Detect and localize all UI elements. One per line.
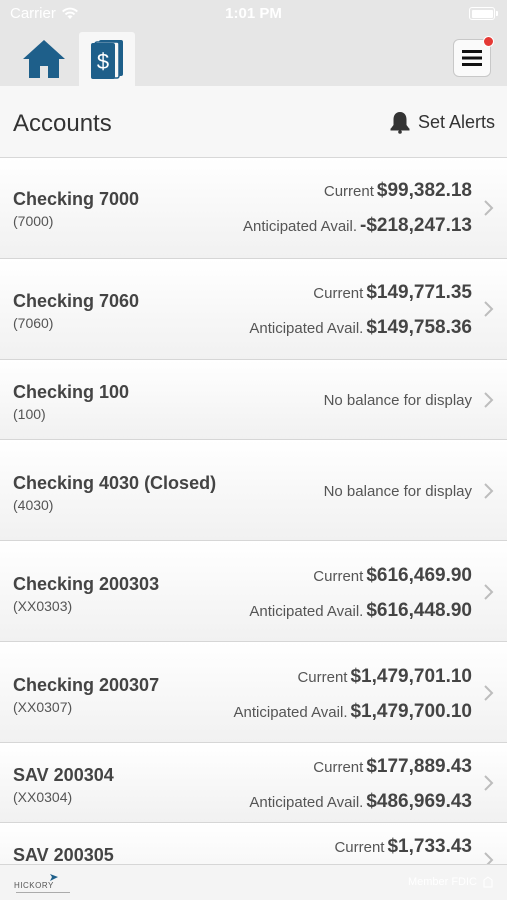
nav-bar: $ xyxy=(0,28,507,86)
current-label: Current xyxy=(297,669,348,686)
status-bar: Carrier 1:01 PM xyxy=(0,0,507,28)
current-balance: Current $177,889.43 xyxy=(313,756,472,778)
footer: HICKORY Member FDIC xyxy=(0,864,507,900)
anticipated-label: Anticipated Avail. xyxy=(249,794,364,811)
no-balance-text: No balance for display xyxy=(323,392,472,409)
home-tab[interactable] xyxy=(18,32,70,86)
anticipated-label: Anticipated Avail. xyxy=(243,218,357,235)
current-balance: Current $1,733.43 xyxy=(334,836,472,858)
menu-button[interactable] xyxy=(453,36,494,77)
account-name: Checking 100 xyxy=(13,382,130,402)
chevron-right-icon xyxy=(484,392,494,408)
account-number: (XX0307) xyxy=(13,699,73,715)
current-label: Current xyxy=(313,285,364,302)
current-balance: Current $149,771.35 xyxy=(313,282,472,304)
clock: 1:01 PM xyxy=(225,5,282,22)
account-number: (7000) xyxy=(13,213,54,229)
account-row[interactable]: Checking 4030 (Closed) (4030) No balance… xyxy=(0,440,507,541)
account-row[interactable]: Checking 200307 (XX0307) Current $1,479,… xyxy=(0,642,507,743)
account-row[interactable]: Checking 100 (100) No balance for displa… xyxy=(0,360,507,440)
page-header: Accounts Set Alerts xyxy=(0,86,507,158)
hamburger-menu-icon xyxy=(462,50,482,66)
chevron-right-icon xyxy=(484,685,494,701)
chevron-right-icon xyxy=(484,483,494,499)
anticipated-balance: Anticipated Avail. $486,969.43 xyxy=(249,791,472,813)
anticipated-balance: Anticipated Avail. -$218,247.13 xyxy=(243,215,472,237)
current-label: Current xyxy=(323,183,374,200)
anticipated-label: Anticipated Avail. xyxy=(249,320,364,337)
current-balance: Current $616,469.90 xyxy=(313,565,472,587)
anticipated-amount: $486,969.43 xyxy=(366,791,472,812)
account-name: SAV 200305 xyxy=(13,845,114,865)
equal-housing-icon xyxy=(483,876,493,888)
chevron-right-icon xyxy=(484,584,494,600)
accounts-list: Checking 7000 (7000) Current $99,382.18 … xyxy=(0,158,507,900)
member-fdic: Member FDIC xyxy=(408,876,493,888)
account-name: Checking 4030 (Closed) xyxy=(13,473,217,493)
anticipated-amount: $149,758.36 xyxy=(366,317,472,338)
bank-logo: HICKORY xyxy=(14,872,74,899)
current-label: Current xyxy=(313,568,364,585)
anticipated-balance: Anticipated Avail. $616,448.90 xyxy=(249,600,472,622)
account-row[interactable]: Checking 200303 (XX0303) Current $616,46… xyxy=(0,541,507,642)
account-name: Checking 200303 xyxy=(13,574,160,594)
current-label: Current xyxy=(334,839,385,856)
chevron-right-icon xyxy=(484,301,494,317)
page-title: Accounts xyxy=(13,110,112,137)
anticipated-label: Anticipated Avail. xyxy=(233,704,348,721)
anticipated-amount: $616,448.90 xyxy=(366,600,472,621)
home-icon xyxy=(23,40,65,78)
anticipated-amount: $1,479,700.10 xyxy=(350,701,472,722)
account-row[interactable]: Checking 7060 (7060) Current $149,771.35… xyxy=(0,259,507,360)
account-name: Checking 7000 xyxy=(13,189,140,209)
anticipated-balance: Anticipated Avail. $1,479,700.10 xyxy=(234,701,472,723)
accounts-tab[interactable]: $ xyxy=(79,32,135,86)
account-row[interactable]: SAV 200304 (XX0304) Current $177,889.43 … xyxy=(0,743,507,823)
chevron-right-icon xyxy=(484,200,494,216)
dollar-document-icon: $ xyxy=(91,40,123,79)
anticipated-label: Anticipated Avail. xyxy=(249,603,364,620)
anticipated-amount: -$218,247.13 xyxy=(360,215,472,236)
notification-dot xyxy=(483,36,494,47)
no-balance-text: No balance for display xyxy=(323,483,472,500)
bank-logo-text: HICKORY xyxy=(14,881,54,890)
account-number: (100) xyxy=(13,406,46,422)
svg-text:$: $ xyxy=(97,49,109,74)
chevron-right-icon xyxy=(484,775,494,791)
account-number: (XX0304) xyxy=(13,789,73,805)
current-amount: $1,479,701.10 xyxy=(350,666,472,687)
account-name: SAV 200304 xyxy=(13,765,114,785)
current-balance: Current $1,479,701.10 xyxy=(297,666,472,688)
account-number: (4030) xyxy=(13,497,54,513)
account-name: Checking 200307 xyxy=(13,675,160,695)
account-number: (XX0303) xyxy=(13,598,73,614)
current-amount: $149,771.35 xyxy=(366,282,472,303)
set-alerts-label: Set Alerts xyxy=(417,111,495,132)
current-amount: $177,889.43 xyxy=(366,756,472,777)
current-amount: $1,733.43 xyxy=(387,836,472,857)
set-alerts-button[interactable]: Set Alerts xyxy=(388,110,495,134)
bell-icon xyxy=(390,112,410,134)
account-name: Checking 7060 xyxy=(13,291,140,311)
anticipated-balance: Anticipated Avail. $149,758.36 xyxy=(249,317,472,339)
member-fdic-label: Member FDIC xyxy=(407,876,477,888)
current-amount: $616,469.90 xyxy=(366,565,472,586)
battery-icon xyxy=(469,7,498,20)
account-number: (7060) xyxy=(13,315,54,331)
current-amount: $99,382.18 xyxy=(376,180,472,201)
current-balance: Current $99,382.18 xyxy=(324,180,472,202)
account-row[interactable]: Checking 7000 (7000) Current $99,382.18 … xyxy=(0,158,507,259)
current-label: Current xyxy=(313,759,364,776)
